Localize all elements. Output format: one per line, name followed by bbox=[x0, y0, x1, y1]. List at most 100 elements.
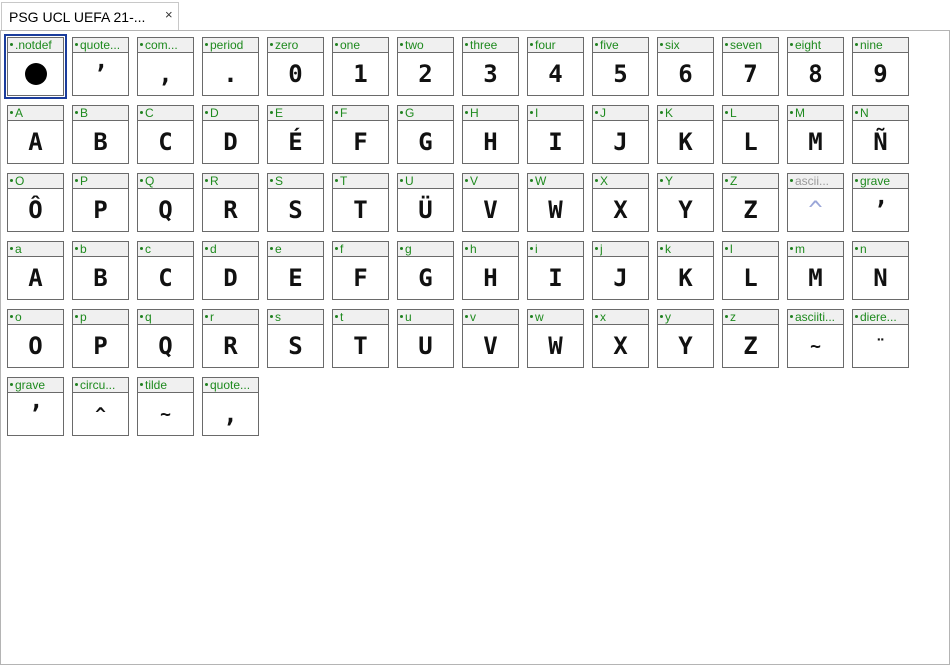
glyph-cell[interactable]: HH bbox=[462, 105, 519, 164]
glyph-cell[interactable]: rR bbox=[202, 309, 259, 368]
glyph-name: M bbox=[795, 106, 805, 120]
bullet-icon bbox=[205, 383, 208, 386]
bullet-icon bbox=[270, 111, 273, 114]
glyph-cell[interactable]: five 5 bbox=[592, 37, 649, 96]
glyph-cell[interactable]: ascii... ^ bbox=[787, 173, 844, 232]
glyph-cell[interactable]: SS bbox=[267, 173, 324, 232]
glyph-cell[interactable]: bB bbox=[72, 241, 129, 300]
glyph-cell[interactable]: zero 0 bbox=[267, 37, 324, 96]
glyph-cell[interactable]: MM bbox=[787, 105, 844, 164]
glyph-cell[interactable]: cC bbox=[137, 241, 194, 300]
glyph-cell[interactable]: fF bbox=[332, 241, 389, 300]
glyph-cell[interactable]: tT bbox=[332, 309, 389, 368]
glyph-cell-header: i bbox=[528, 242, 583, 257]
glyph-cell[interactable]: gG bbox=[397, 241, 454, 300]
glyph-cell[interactable]: aA bbox=[7, 241, 64, 300]
glyph-cell[interactable]: quote..., bbox=[202, 377, 259, 436]
glyph-cell[interactable]: yY bbox=[657, 309, 714, 368]
bullet-icon bbox=[725, 179, 728, 182]
glyph-cell[interactable]: mM bbox=[787, 241, 844, 300]
glyph-cell[interactable]: period. bbox=[202, 37, 259, 96]
glyph-cell[interactable]: kK bbox=[657, 241, 714, 300]
glyph-cell[interactable]: sS bbox=[267, 309, 324, 368]
glyph-cell[interactable]: grave ʼ bbox=[7, 377, 64, 436]
glyph-preview: ʼ bbox=[28, 400, 43, 428]
glyph-cell[interactable]: dD bbox=[202, 241, 259, 300]
glyph-name: nine bbox=[860, 38, 883, 52]
glyph-cell[interactable]: one 1 bbox=[332, 37, 389, 96]
glyph-cell[interactable]: nN bbox=[852, 241, 909, 300]
glyph-cell-header: diere... bbox=[853, 310, 908, 325]
glyph-cell[interactable]: GG bbox=[397, 105, 454, 164]
glyph-cell[interactable]: EÉ bbox=[267, 105, 324, 164]
glyph-cell[interactable]: four 4 bbox=[527, 37, 584, 96]
bullet-icon bbox=[75, 315, 78, 318]
glyph-cell[interactable]: .notdef bbox=[4, 34, 67, 99]
glyph-cell[interactable]: nine 9 bbox=[852, 37, 909, 96]
glyph-cell[interactable]: AA bbox=[7, 105, 64, 164]
glyph-cell[interactable]: LL bbox=[722, 105, 779, 164]
glyph-cell[interactable]: II bbox=[527, 105, 584, 164]
glyph-cell[interactable]: JJ bbox=[592, 105, 649, 164]
glyph-cell[interactable]: quote... ʼ bbox=[72, 37, 129, 96]
glyph-cell[interactable]: WW bbox=[527, 173, 584, 232]
glyph-cell[interactable]: asciiti... ~ bbox=[787, 309, 844, 368]
glyph-cell[interactable]: eight 8 bbox=[787, 37, 844, 96]
glyph-cell[interactable]: QQ bbox=[137, 173, 194, 232]
glyph-cell[interactable]: iI bbox=[527, 241, 584, 300]
glyph-preview: P bbox=[93, 332, 108, 360]
glyph-cell[interactable]: com..., bbox=[137, 37, 194, 96]
glyph-cell[interactable]: six 6 bbox=[657, 37, 714, 96]
glyph-cell-header: T bbox=[333, 174, 388, 189]
glyph-name: k bbox=[665, 242, 671, 256]
glyph-cell[interactable]: three 3 bbox=[462, 37, 519, 96]
glyph-cell[interactable]: seven 7 bbox=[722, 37, 779, 96]
glyph-cell[interactable]: wW bbox=[527, 309, 584, 368]
glyph-cell[interactable]: FF bbox=[332, 105, 389, 164]
glyph-cell[interactable]: BB bbox=[72, 105, 129, 164]
glyph-cell[interactable]: OÔ bbox=[7, 173, 64, 232]
glyph-cell[interactable]: circu... ^ bbox=[72, 377, 129, 436]
glyph-cell[interactable]: two 2 bbox=[397, 37, 454, 96]
glyph-cell[interactable]: diere... ¨ bbox=[852, 309, 909, 368]
glyph-cell[interactable]: TT bbox=[332, 173, 389, 232]
glyph-preview: R bbox=[223, 332, 238, 360]
glyph-cell[interactable]: UÜ bbox=[397, 173, 454, 232]
glyph-cell[interactable]: DD bbox=[202, 105, 259, 164]
glyph-cell[interactable]: zZ bbox=[722, 309, 779, 368]
glyph-preview: R bbox=[223, 196, 238, 224]
glyph-cell[interactable]: XX bbox=[592, 173, 649, 232]
glyph-cell[interactable]: YY bbox=[657, 173, 714, 232]
bullet-icon bbox=[270, 43, 273, 46]
glyph-cell[interactable]: xX bbox=[592, 309, 649, 368]
glyph-cell[interactable]: grave ʼ bbox=[852, 173, 909, 232]
close-icon[interactable]: × bbox=[165, 7, 173, 22]
filled-circle-icon bbox=[24, 63, 47, 85]
glyph-preview: . bbox=[223, 60, 238, 88]
glyph-name: w bbox=[535, 310, 544, 324]
glyph-cell[interactable]: ZZ bbox=[722, 173, 779, 232]
glyph-cell[interactable]: vV bbox=[462, 309, 519, 368]
glyph-cell[interactable]: CC bbox=[137, 105, 194, 164]
tab-font-file[interactable]: PSG UCL UEFA 21-... × bbox=[1, 2, 179, 30]
glyph-cell-header: g bbox=[398, 242, 453, 257]
glyph-cell[interactable]: lL bbox=[722, 241, 779, 300]
glyph-cell[interactable]: PP bbox=[72, 173, 129, 232]
glyph-cell[interactable]: RR bbox=[202, 173, 259, 232]
glyph-cell[interactable]: eE bbox=[267, 241, 324, 300]
glyph-cell[interactable]: hH bbox=[462, 241, 519, 300]
glyph-cell-header: v bbox=[463, 310, 518, 325]
glyph-name: r bbox=[210, 310, 214, 324]
bullet-icon bbox=[595, 111, 598, 114]
glyph-cell[interactable]: qQ bbox=[137, 309, 194, 368]
glyph-cell[interactable]: KK bbox=[657, 105, 714, 164]
glyph-cell-header: f bbox=[333, 242, 388, 257]
glyph-cell[interactable]: VV bbox=[462, 173, 519, 232]
glyph-cell[interactable]: pP bbox=[72, 309, 129, 368]
glyph-cell[interactable]: uU bbox=[397, 309, 454, 368]
glyph-cell[interactable]: oO bbox=[7, 309, 64, 368]
glyph-name: period bbox=[210, 38, 244, 52]
glyph-cell[interactable]: jJ bbox=[592, 241, 649, 300]
glyph-cell[interactable]: NÑ bbox=[852, 105, 909, 164]
glyph-cell[interactable]: tilde ~ bbox=[137, 377, 194, 436]
